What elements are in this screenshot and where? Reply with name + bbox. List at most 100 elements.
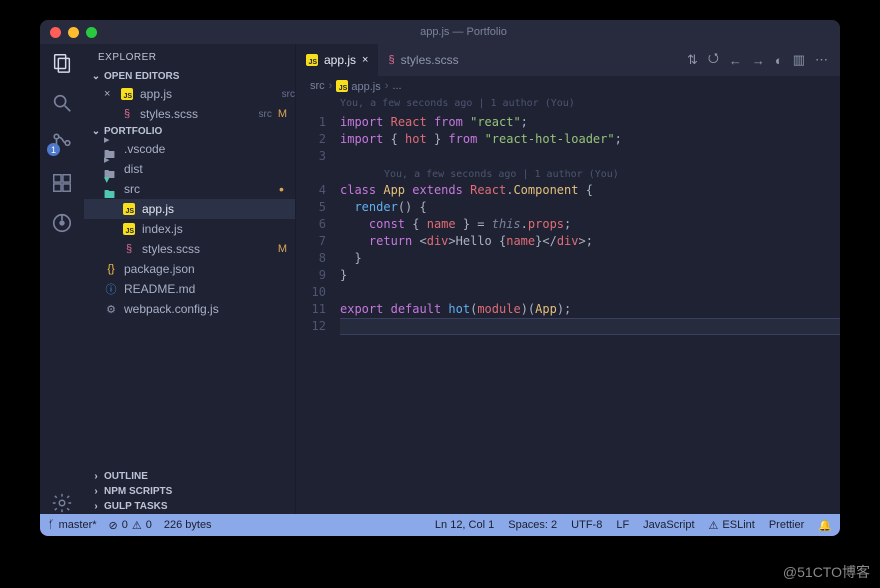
- indentation[interactable]: Spaces: 2: [508, 519, 557, 531]
- file-name: index.js: [142, 222, 295, 236]
- file-icon: JS: [122, 223, 136, 235]
- file-icon: §: [120, 108, 134, 120]
- source-control-icon[interactable]: [51, 132, 73, 154]
- activity-bar: [40, 44, 84, 514]
- eol[interactable]: LF: [616, 519, 629, 531]
- tab-label: app.js: [324, 53, 356, 67]
- code-editor[interactable]: You, a few seconds ago | 1 author (You) …: [296, 96, 840, 514]
- close-icon[interactable]: ×: [362, 54, 368, 66]
- maximize-window-button[interactable]: [86, 27, 97, 38]
- gitlens-icon[interactable]: [51, 212, 73, 234]
- close-icon[interactable]: ×: [104, 88, 114, 100]
- tab-label: styles.scss: [401, 53, 459, 67]
- code-line[interactable]: [340, 318, 840, 335]
- dirty-indicator: •: [279, 184, 289, 194]
- explorer-icon[interactable]: [51, 52, 73, 74]
- sidebar: EXPLORER ⌄OPEN EDITORS × JS app.js src § styl…: [84, 44, 296, 514]
- file-icon: {}: [104, 263, 118, 275]
- file-name: src: [124, 182, 273, 196]
- more-actions-icon[interactable]: ⋯: [815, 52, 828, 68]
- window-controls: [50, 27, 97, 38]
- status-bar: ᚶ master* ⊘ 0 ⚠ 0 226 bytes Ln 12, Col 1…: [40, 514, 840, 536]
- watermark: @51CTO博客: [783, 562, 870, 582]
- breadcrumb-segment[interactable]: src: [310, 80, 325, 92]
- notifications-icon[interactable]: 🔔: [818, 519, 832, 532]
- minimize-window-button[interactable]: [68, 27, 79, 38]
- editor-window: app.js — Portfolio EXPLORER ⌄OPEN EDITOR…: [40, 20, 840, 536]
- gulp-tasks-header[interactable]: ›GULP TASKS: [84, 499, 295, 514]
- file-icon: ⓘ: [104, 281, 118, 297]
- next-icon[interactable]: →: [752, 53, 765, 68]
- codelens-class[interactable]: You, a few seconds ago | 1 author (You): [384, 166, 619, 183]
- file-name: dist: [124, 162, 295, 176]
- close-window-button[interactable]: [50, 27, 61, 38]
- code-line[interactable]: }: [340, 250, 840, 267]
- code-line[interactable]: }: [340, 267, 840, 284]
- problems[interactable]: ⊘ 0 ⚠ 0: [109, 519, 152, 532]
- file-path: src: [258, 109, 271, 120]
- code-line[interactable]: [340, 284, 840, 301]
- file-name: webpack.config.js: [124, 302, 295, 316]
- breadcrumb-segment[interactable]: ...: [392, 80, 401, 92]
- breadcrumb-segment[interactable]: JS app.js: [336, 80, 380, 93]
- modified-indicator: M: [278, 243, 287, 255]
- window-title: app.js — Portfolio: [97, 26, 830, 38]
- tree-item[interactable]: § styles.scss M: [84, 239, 295, 259]
- circle-icon[interactable]: ◐: [775, 53, 783, 68]
- split-editor-icon[interactable]: ▥: [793, 52, 805, 68]
- file-name: app.js: [140, 87, 272, 101]
- editor-toolbar: ⇅ ⭯ ← → ◐ ▥ ⋯: [675, 44, 840, 76]
- file-icon: ▾ 🖿: [104, 173, 118, 205]
- file-icon: JS: [120, 88, 134, 100]
- code-line[interactable]: [340, 148, 840, 165]
- code-line[interactable]: return <div>Hello {name}</div>;: [340, 233, 840, 250]
- prettier-status[interactable]: Prettier: [769, 519, 804, 531]
- file-name: app.js: [142, 202, 295, 216]
- file-path: src: [282, 89, 295, 100]
- language-mode[interactable]: JavaScript: [643, 519, 694, 531]
- file-icon: §: [388, 54, 394, 66]
- open-changes-icon[interactable]: ⭯: [708, 49, 719, 71]
- file-name: styles.scss: [142, 242, 272, 256]
- file-icon: JS: [306, 54, 318, 67]
- open-editor-item[interactable]: × JS app.js src: [84, 84, 295, 104]
- code-line[interactable]: export default hot(module)(App);: [340, 301, 840, 318]
- file-name: .vscode: [124, 142, 295, 156]
- tab-bar: JS app.js × § styles.scss ⇅ ⭯ ← → ◐ ▥ ⋯: [296, 44, 840, 76]
- open-editor-item[interactable]: §styles.scsssrcM: [84, 104, 295, 124]
- file-size[interactable]: 226 bytes: [164, 519, 212, 531]
- open-editors-header[interactable]: ⌄OPEN EDITORS: [84, 69, 295, 84]
- modified-indicator: M: [278, 108, 287, 120]
- encoding[interactable]: UTF-8: [571, 519, 602, 531]
- prev-icon[interactable]: ←: [729, 53, 742, 68]
- cursor-position[interactable]: Ln 12, Col 1: [435, 519, 494, 531]
- editor-tab[interactable]: JS app.js ×: [296, 44, 378, 76]
- file-icon: ⚙: [104, 303, 118, 316]
- outline-header[interactable]: ›OUTLINE: [84, 469, 295, 484]
- npm-scripts-header[interactable]: ›NPM SCRIPTS: [84, 484, 295, 499]
- git-branch[interactable]: ᚶ master*: [48, 519, 97, 531]
- settings-icon[interactable]: [51, 492, 73, 514]
- file-name: package.json: [124, 262, 295, 276]
- code-line[interactable]: render() {: [340, 199, 840, 216]
- eslint-status[interactable]: ⚠ ESLint: [709, 519, 755, 532]
- sidebar-title: EXPLORER: [84, 44, 295, 69]
- editor-pane: JS app.js × § styles.scss ⇅ ⭯ ← → ◐ ▥ ⋯ src›…: [296, 44, 840, 514]
- code-line[interactable]: import { hot } from "react-hot-loader";: [340, 131, 840, 148]
- code-line[interactable]: const { name } = this.props;: [340, 216, 840, 233]
- tree-item[interactable]: ⓘ README.md: [84, 279, 295, 299]
- breadcrumb[interactable]: src›JS app.js›...: [296, 76, 840, 96]
- tree-item[interactable]: ⚙ webpack.config.js: [84, 299, 295, 319]
- titlebar: app.js — Portfolio: [40, 20, 840, 44]
- code-line[interactable]: import React from "react";: [340, 114, 840, 131]
- file-name: README.md: [124, 282, 295, 296]
- tree-item[interactable]: JS index.js: [84, 219, 295, 239]
- search-icon[interactable]: [51, 92, 73, 114]
- file-icon: §: [122, 243, 136, 255]
- code-line[interactable]: class App extends React.Component {: [340, 182, 840, 199]
- editor-tab[interactable]: § styles.scss: [378, 44, 468, 76]
- compare-icon[interactable]: ⇅: [687, 52, 698, 68]
- extensions-icon[interactable]: [51, 172, 73, 194]
- tree-item[interactable]: ▾ 🖿src•: [84, 179, 295, 199]
- tree-item[interactable]: {} package.json: [84, 259, 295, 279]
